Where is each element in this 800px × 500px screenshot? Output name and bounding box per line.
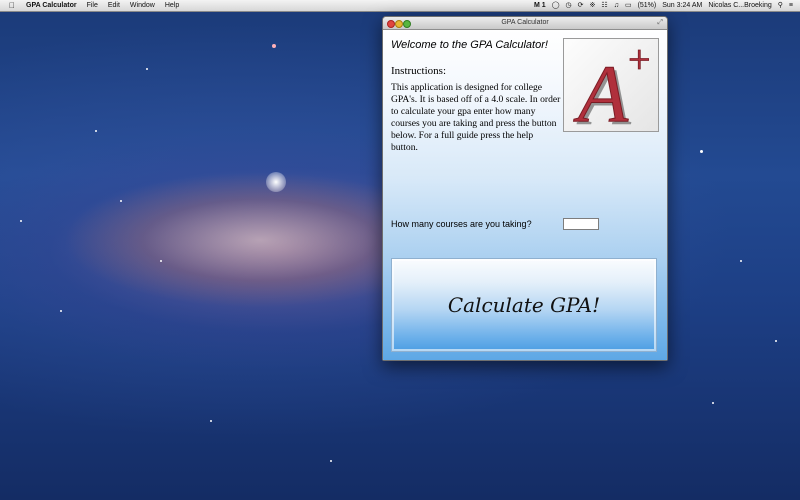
app-menu[interactable]: GPA Calculator [21,0,82,11]
menubar-clock[interactable]: Sun 3:24 AM [659,0,705,11]
welcome-heading: Welcome to the GPA Calculator! [391,39,548,51]
wifi-icon[interactable]: ☷ [598,0,610,11]
bluetooth-icon[interactable]: ※ [587,0,599,11]
status-area: M 1 ◯ ◷ ⟳ ※ ☷ ♫ ▭ (51%) Sun 3:24 AM Nico… [531,0,796,11]
battery-percent: (51%) [637,2,657,9]
close-button[interactable] [387,20,395,28]
menu-window[interactable]: Window [125,0,160,11]
fullscreen-icon[interactable]: ⤢ [657,19,663,27]
menu-help[interactable]: Help [160,0,184,11]
status-indicator[interactable]: M 1 [531,0,549,11]
menu-bar:  GPA Calculator File Edit Window Help M… [0,0,800,12]
a-plus-logo: A A + [563,37,659,142]
calculate-gpa-button[interactable]: Calculate GPA! [391,258,657,352]
zoom-button[interactable] [403,20,411,28]
logo-letter: A [573,48,629,131]
window-titlebar[interactable]: GPA Calculator ⤢ [383,17,667,30]
notification-icon[interactable]: ≡ [786,0,796,11]
clock-icon[interactable]: ◷ [563,0,575,11]
user-menu[interactable]: Nicolas C...Broeking [705,0,774,11]
volume-icon[interactable]: ♫ [611,0,622,11]
courses-input[interactable] [563,218,599,230]
minimize-button[interactable] [395,20,403,28]
menu-file[interactable]: File [82,0,103,11]
calculate-gpa-label: Calculate GPA! [447,293,601,317]
sync-icon[interactable]: ⟳ [575,0,587,11]
spotlight-icon[interactable]: ⚲ [775,0,786,11]
spinner-icon[interactable]: ◯ [549,0,563,11]
instructions-title: Instructions: [391,65,446,77]
window-content: Welcome to the GPA Calculator! A A + Ins… [383,30,667,360]
apple-menu-icon[interactable]:  [0,0,21,11]
menu-edit[interactable]: Edit [103,0,125,11]
logo-plus: + [628,39,651,82]
courses-label: How many courses are you taking? [391,219,532,229]
window-title: GPA Calculator [501,19,549,26]
instructions-text: This application is designed for college… [391,82,561,153]
battery-icon[interactable]: ▭ [622,0,635,11]
gpa-calculator-window: GPA Calculator ⤢ Welcome to the GPA Calc… [382,16,668,361]
